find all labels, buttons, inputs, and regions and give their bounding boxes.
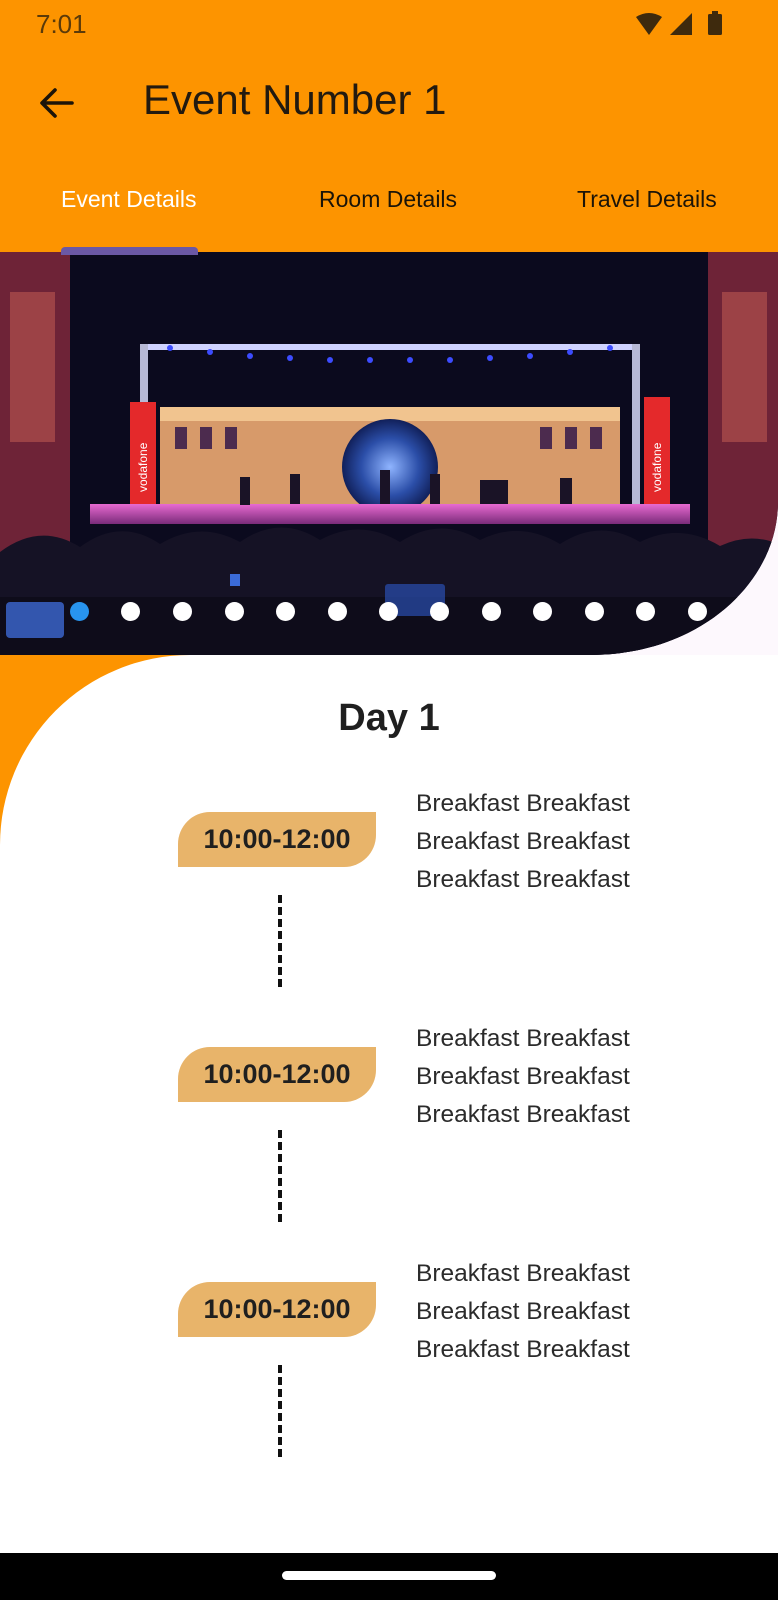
schedule-description: Breakfast Breakfast Breakfast Breakfast … bbox=[416, 1255, 716, 1369]
battery-icon bbox=[708, 14, 722, 35]
carousel-dot-4[interactable] bbox=[225, 602, 244, 621]
carousel-dot-3[interactable] bbox=[173, 602, 192, 621]
timeline-connector bbox=[278, 1365, 282, 1457]
description-line: Breakfast Breakfast bbox=[416, 1063, 630, 1090]
schedule-item: 10:00-12:00 Breakfast Breakfast Breakfas… bbox=[0, 1225, 778, 1457]
wifi-icon bbox=[636, 13, 662, 35]
app-bar: 7:01 Event Number 1 Event Details Room D… bbox=[0, 0, 778, 252]
tab-event-details[interactable]: Event Details bbox=[61, 186, 197, 213]
carousel-dot-7[interactable] bbox=[379, 602, 398, 621]
home-gesture-handle[interactable] bbox=[282, 1571, 496, 1580]
tab-indicator bbox=[61, 247, 198, 255]
carousel-dot-1[interactable] bbox=[70, 602, 89, 621]
description-line: Breakfast Breakfast bbox=[416, 1025, 630, 1052]
carousel-dot-12[interactable] bbox=[636, 602, 655, 621]
carousel-dot-6[interactable] bbox=[328, 602, 347, 621]
carousel-dot-2[interactable] bbox=[121, 602, 140, 621]
event-image-carousel[interactable]: vodafone vodafone bbox=[0, 252, 778, 655]
system-nav-bar bbox=[0, 1553, 778, 1600]
description-line: Breakfast Breakfast bbox=[416, 828, 630, 855]
carousel-dot-5[interactable] bbox=[276, 602, 295, 621]
carousel-dot-13[interactable] bbox=[688, 602, 707, 621]
carousel-dot-11[interactable] bbox=[585, 602, 604, 621]
timeline-connector bbox=[278, 895, 282, 987]
carousel-dot-8[interactable] bbox=[430, 602, 449, 621]
carousel-dot-10[interactable] bbox=[533, 602, 552, 621]
description-line: Breakfast Breakfast bbox=[416, 1260, 630, 1287]
description-line: Breakfast Breakfast bbox=[416, 1298, 630, 1325]
time-badge: 10:00-12:00 bbox=[178, 812, 376, 867]
timeline-connector bbox=[278, 1130, 282, 1222]
status-icons bbox=[636, 11, 722, 35]
time-badge: 10:00-12:00 bbox=[178, 1282, 376, 1337]
arrow-left-icon bbox=[40, 88, 74, 118]
time-badge: 10:00-12:00 bbox=[178, 1047, 376, 1102]
tab-room-details[interactable]: Room Details bbox=[319, 186, 457, 213]
page-title: Event Number 1 bbox=[143, 76, 447, 123]
day-title: Day 1 bbox=[338, 697, 440, 739]
description-line: Breakfast Breakfast bbox=[416, 1101, 630, 1128]
concert-stage-image: vodafone vodafone bbox=[0, 252, 778, 655]
schedule-item: 10:00-12:00 Breakfast Breakfast Breakfas… bbox=[0, 755, 778, 987]
description-line: Breakfast Breakfast bbox=[416, 866, 630, 893]
schedule-description: Breakfast Breakfast Breakfast Breakfast … bbox=[416, 1020, 716, 1134]
status-time: 7:01 bbox=[36, 9, 87, 39]
carousel-dot-9[interactable] bbox=[482, 602, 501, 621]
back-button[interactable] bbox=[26, 78, 86, 128]
schedule-item: 10:00-12:00 Breakfast Breakfast Breakfas… bbox=[0, 990, 778, 1222]
vodafone-banner-right: vodafone bbox=[650, 442, 664, 492]
description-line: Breakfast Breakfast bbox=[416, 790, 630, 817]
signal-icon bbox=[670, 13, 692, 35]
description-line: Breakfast Breakfast bbox=[416, 1336, 630, 1363]
schedule-panel: Day 1 10:00-12:00 Breakfast Breakfast Br… bbox=[0, 655, 778, 1553]
vodafone-banner-left: vodafone bbox=[136, 442, 150, 492]
tab-travel-details[interactable]: Travel Details bbox=[577, 186, 717, 213]
schedule-description: Breakfast Breakfast Breakfast Breakfast … bbox=[416, 785, 716, 899]
